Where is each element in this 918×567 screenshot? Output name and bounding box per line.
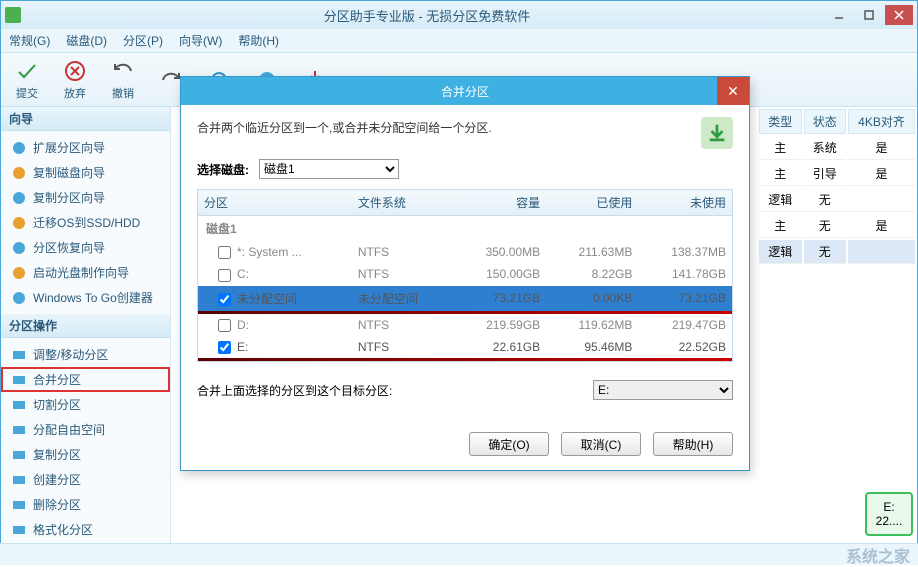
col-type[interactable]: 类型 [759, 109, 802, 134]
info-row[interactable]: 主系统是 [759, 136, 915, 160]
commit-button[interactable]: 提交 [9, 57, 45, 103]
wizard-item-5[interactable]: 启动光盘制作向导 [1, 260, 170, 285]
undo-icon [111, 59, 135, 83]
partition-bar: E: 22.... [865, 492, 913, 536]
col-status[interactable]: 状态 [804, 109, 847, 134]
col-partition[interactable]: 分区 [198, 190, 352, 216]
wizard-item-4[interactable]: 分区恢复向导 [1, 235, 170, 260]
wizard-item-0[interactable]: 扩展分区向导 [1, 135, 170, 160]
app-icon [5, 7, 21, 23]
info-row[interactable]: 主引导是 [759, 162, 915, 186]
ops-panel-header: 分区操作 [1, 314, 170, 338]
wizard-panel-header: 向导 [1, 107, 170, 131]
partition-info-table: 类型 状态 4KB对齐 主系统是主引导是逻辑无主无是逻辑无 [757, 107, 917, 266]
col-capacity[interactable]: 容量 [453, 190, 546, 216]
row-checkbox[interactable] [218, 293, 231, 306]
row-checkbox[interactable] [218, 246, 231, 259]
ops-icon [11, 497, 27, 513]
dialog-close-button[interactable]: ✕ [717, 77, 749, 105]
info-row[interactable]: 逻辑无 [759, 188, 915, 212]
watermark: 系统之家 [846, 543, 910, 567]
merge-icon [701, 117, 733, 149]
row-checkbox[interactable] [218, 319, 231, 332]
partition-row[interactable]: C:NTFS150.00GB8.22GB141.78GB [198, 263, 733, 285]
col-align[interactable]: 4KB对齐 [848, 109, 915, 134]
wizard-icon [11, 290, 27, 306]
dialog-title: 合并分区 ✕ [181, 77, 749, 105]
wizard-icon [11, 215, 27, 231]
partition-block-e[interactable]: E: 22.... [865, 492, 913, 536]
wizard-item-1[interactable]: 复制磁盘向导 [1, 160, 170, 185]
ops-icon [11, 397, 27, 413]
maximize-button[interactable] [855, 5, 883, 25]
wizard-item-3[interactable]: 迁移OS到SSD/HDD [1, 210, 170, 235]
sidebar: 向导 扩展分区向导复制磁盘向导复制分区向导迁移OS到SSD/HDD分区恢复向导启… [1, 107, 171, 544]
info-row[interactable]: 逻辑无 [759, 240, 915, 264]
info-row[interactable]: 主无是 [759, 214, 915, 238]
menu-wizard[interactable]: 向导(W) [179, 32, 222, 49]
select-disk-dropdown[interactable]: 磁盘1 [259, 159, 399, 179]
menubar: 常规(G) 磁盘(D) 分区(P) 向导(W) 帮助(H) [1, 29, 917, 53]
col-used[interactable]: 已使用 [546, 190, 638, 216]
ops-item-1[interactable]: 合并分区 [1, 367, 170, 392]
ops-icon [11, 472, 27, 488]
ops-icon [11, 372, 27, 388]
ops-icon [11, 347, 27, 363]
x-circle-icon [63, 59, 87, 83]
statusbar: 系统之家 [0, 543, 918, 565]
window-title: 分区助手专业版 - 无损分区免费软件 [29, 6, 825, 25]
ops-icon [11, 422, 27, 438]
help-button[interactable]: 帮助(H) [653, 432, 733, 456]
partition-row[interactable]: E:NTFS22.61GB95.46MB22.52GB [198, 336, 733, 358]
col-unused[interactable]: 未使用 [638, 190, 732, 216]
wizard-item-6[interactable]: Windows To Go创建器 [1, 285, 170, 310]
ops-item-7[interactable]: 格式化分区 [1, 517, 170, 542]
partition-table: 分区 文件系统 容量 已使用 未使用 磁盘1 *: System ...NTFS… [197, 189, 733, 362]
partition-row[interactable]: 未分配空间未分配空间73.21GB0.00KB73.21GB [198, 286, 733, 311]
partition-row[interactable]: D:NTFS219.59GB119.62MB219.47GB [198, 314, 733, 336]
wizard-item-2[interactable]: 复制分区向导 [1, 185, 170, 210]
minimize-button[interactable] [825, 5, 853, 25]
titlebar: 分区助手专业版 - 无损分区免费软件 [1, 1, 917, 29]
select-disk-label: 选择磁盘: [197, 161, 249, 178]
ops-item-3[interactable]: 分配自由空间 [1, 417, 170, 442]
menu-partition[interactable]: 分区(P) [123, 32, 163, 49]
ops-item-0[interactable]: 调整/移动分区 [1, 342, 170, 367]
discard-button[interactable]: 放弃 [57, 57, 93, 103]
merge-dialog: 合并分区 ✕ 合并两个临近分区到一个,或合并未分配空间给一个分区. 选择磁盘: … [180, 76, 750, 471]
partition-row[interactable]: *: System ...NTFS350.00MB211.63MB138.37M… [198, 241, 733, 263]
ops-icon [11, 447, 27, 463]
ops-item-2[interactable]: 切割分区 [1, 392, 170, 417]
ok-button[interactable]: 确定(O) [469, 432, 549, 456]
undo-button[interactable]: 撤销 [105, 57, 141, 103]
target-dropdown[interactable]: E: [593, 380, 733, 400]
ops-item-6[interactable]: 删除分区 [1, 492, 170, 517]
menu-general[interactable]: 常规(G) [9, 32, 50, 49]
ops-icon [11, 522, 27, 538]
ops-item-5[interactable]: 创建分区 [1, 467, 170, 492]
target-label: 合并上面选择的分区到这个目标分区: [197, 382, 392, 399]
row-checkbox[interactable] [218, 341, 231, 354]
wizard-icon [11, 165, 27, 181]
wizard-icon [11, 190, 27, 206]
dialog-description: 合并两个临近分区到一个,或合并未分配空间给一个分区. [197, 119, 492, 136]
col-fs[interactable]: 文件系统 [352, 190, 453, 216]
ops-item-4[interactable]: 复制分区 [1, 442, 170, 467]
menu-help[interactable]: 帮助(H) [238, 32, 279, 49]
disk-group-label: 磁盘1 [198, 216, 733, 242]
menu-disk[interactable]: 磁盘(D) [66, 32, 107, 49]
wizard-icon [11, 265, 27, 281]
cancel-button[interactable]: 取消(C) [561, 432, 641, 456]
wizard-icon [11, 240, 27, 256]
wizard-icon [11, 140, 27, 156]
row-checkbox[interactable] [218, 269, 231, 282]
close-button[interactable] [885, 5, 913, 25]
check-icon [15, 59, 39, 83]
